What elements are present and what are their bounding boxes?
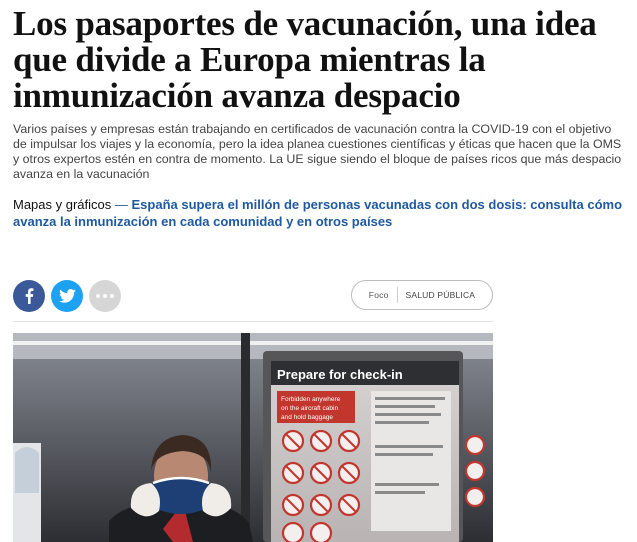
twitter-icon <box>58 289 76 303</box>
topic-tag[interactable]: SALUD PÚBLICA <box>406 290 476 300</box>
article-headline: Los pasaportes de vacunación, una idea q… <box>13 4 597 115</box>
sign-line-1: Forbidden anywhere <box>281 396 341 403</box>
sign-line-3: and hold baggage <box>281 414 333 421</box>
topic-tag-pill[interactable]: Foco SALUD PÚBLICA <box>351 280 493 310</box>
facebook-icon <box>25 288 34 304</box>
article-photo: Prepare for check-in Forbidden anywhere … <box>13 333 493 542</box>
related-separator: — <box>111 197 132 212</box>
related-kicker: Mapas y gráficos <box>13 197 112 212</box>
sign-title: Prepare for check-in <box>277 367 403 382</box>
share-bar <box>13 280 121 312</box>
article-subtitle: Varios países y empresas están trabajand… <box>13 122 622 181</box>
more-dots-icon <box>96 294 114 298</box>
share-twitter-button[interactable] <box>51 280 83 312</box>
share-more-button[interactable] <box>89 280 121 312</box>
related-link-paragraph: Mapas y gráficos — España supera el mill… <box>13 196 628 230</box>
focus-label: Foco <box>368 290 389 300</box>
section-divider <box>13 321 493 322</box>
share-facebook-button[interactable] <box>13 280 45 312</box>
tag-divider <box>396 287 398 303</box>
sign-line-2: on the aircraft cabin <box>281 405 338 412</box>
photo-illustration: Prepare for check-in Forbidden anywhere … <box>13 333 493 542</box>
